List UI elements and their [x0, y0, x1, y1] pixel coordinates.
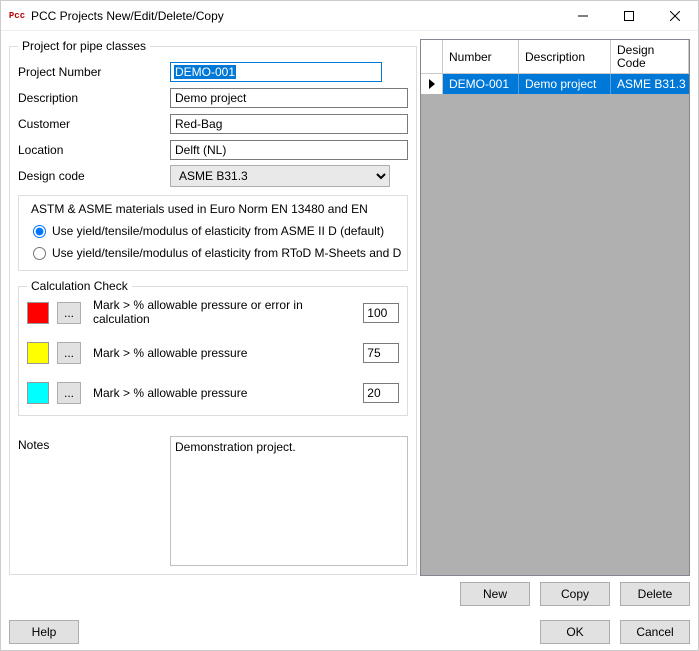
- label-location: Location: [18, 143, 166, 157]
- calc-color-yellow[interactable]: [27, 342, 49, 364]
- calc-value-3[interactable]: [363, 383, 399, 403]
- titlebar: Pcc PCC Projects New/Edit/Delete/Copy: [1, 1, 698, 31]
- calc-label-2: Mark > % allowable pressure: [89, 346, 355, 360]
- customer-input[interactable]: [170, 114, 408, 134]
- grid-header-number[interactable]: Number: [443, 40, 519, 74]
- location-input[interactable]: [170, 140, 408, 160]
- app-icon: Pcc: [9, 8, 25, 24]
- materials-groupbox: ASTM & ASME materials used in Euro Norm …: [18, 195, 408, 271]
- project-groupbox: Project for pipe classes Project Number …: [9, 39, 417, 575]
- grid-cell-description: Demo project: [519, 74, 611, 94]
- calc-label-3: Mark > % allowable pressure: [89, 386, 355, 400]
- label-description: Description: [18, 91, 166, 105]
- calc-check-title: Calculation Check: [27, 279, 132, 293]
- grid-header-code[interactable]: Design Code: [611, 40, 689, 74]
- project-number-value: DEMO-001: [174, 65, 236, 79]
- materials-radio-asme-label: Use yield/tensile/modulus of elasticity …: [52, 224, 384, 238]
- delete-button[interactable]: Delete: [620, 582, 690, 606]
- copy-button[interactable]: Copy: [540, 582, 610, 606]
- calc-check-groupbox: Calculation Check ... Mark > % allowable…: [18, 279, 408, 416]
- label-notes: Notes: [18, 436, 166, 566]
- calc-color-pick-yellow[interactable]: ...: [57, 342, 81, 364]
- maximize-button[interactable]: [606, 1, 652, 30]
- calc-value-1[interactable]: [363, 303, 399, 323]
- new-button[interactable]: New: [460, 582, 530, 606]
- ok-button[interactable]: OK: [540, 620, 610, 644]
- label-project-number: Project Number: [18, 65, 166, 79]
- grid-row-marker: [421, 74, 443, 94]
- current-row-icon: [429, 79, 435, 89]
- cancel-button[interactable]: Cancel: [620, 620, 690, 644]
- grid-cell-number: DEMO-001: [443, 74, 519, 94]
- help-button[interactable]: Help: [9, 620, 79, 644]
- materials-radio-rtod[interactable]: [33, 247, 46, 260]
- calc-color-red[interactable]: [27, 302, 49, 324]
- grid-row[interactable]: DEMO-001 Demo project ASME B31.3: [421, 74, 689, 94]
- calc-label-1: Mark > % allowable pressure or error in …: [89, 299, 355, 327]
- grid-corner: [421, 40, 443, 74]
- calc-color-pick-cyan[interactable]: ...: [57, 382, 81, 404]
- calc-color-cyan[interactable]: [27, 382, 49, 404]
- project-groupbox-title: Project for pipe classes: [18, 39, 150, 53]
- minimize-button[interactable]: [560, 1, 606, 30]
- materials-radio-asme[interactable]: [33, 225, 46, 238]
- design-code-select[interactable]: ASME B31.3: [170, 165, 390, 187]
- materials-header: ASTM & ASME materials used in Euro Norm …: [25, 200, 401, 220]
- calc-color-pick-red[interactable]: ...: [57, 302, 81, 324]
- grid-cell-code: ASME B31.3: [611, 74, 689, 94]
- materials-radio-rtod-label: Use yield/tensile/modulus of elasticity …: [52, 246, 401, 260]
- projects-grid[interactable]: Number Description Design Code DEMO-001 …: [420, 39, 690, 576]
- project-number-input[interactable]: DEMO-001: [170, 62, 382, 82]
- close-button[interactable]: [652, 1, 698, 30]
- notes-textarea[interactable]: Demonstration project.: [170, 436, 408, 566]
- label-design-code: Design code: [18, 169, 166, 183]
- calc-value-2[interactable]: [363, 343, 399, 363]
- description-input[interactable]: [170, 88, 408, 108]
- window-title: PCC Projects New/Edit/Delete/Copy: [31, 9, 560, 23]
- label-customer: Customer: [18, 117, 166, 131]
- grid-header-description[interactable]: Description: [519, 40, 611, 74]
